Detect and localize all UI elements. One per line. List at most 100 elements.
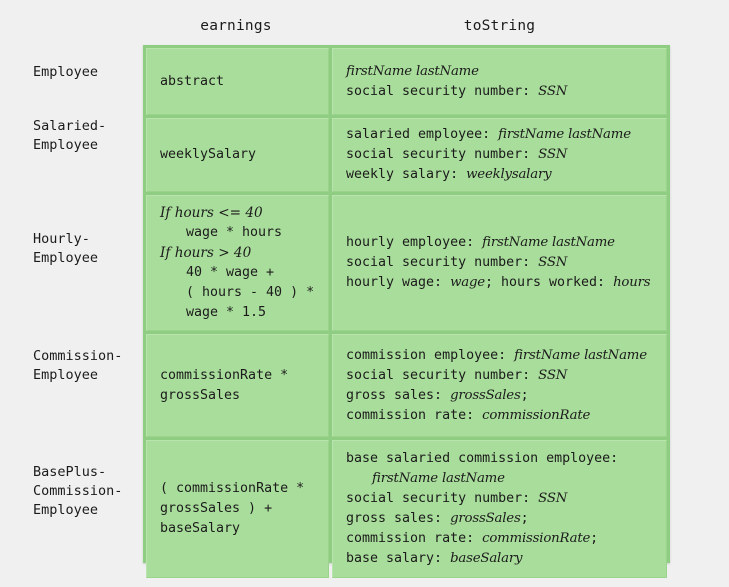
cell-text: weekly salary: [346, 167, 467, 182]
cell-text: baseSalary [160, 521, 241, 536]
row-label: Salaried- Employee [33, 118, 107, 153]
polymorphic-interface-table-figure: earnings toString Employee Salaried- Empl… [0, 0, 729, 587]
cell-line: hourly wage: wage; hours worked: hours [346, 273, 656, 293]
italic-placeholder: SSN [538, 255, 568, 270]
cell-line: 40 * wage + [160, 263, 318, 283]
cell-line: gross sales: grossSales; [346, 509, 656, 529]
cell-line: firstName lastName [346, 469, 656, 489]
table-cell-tostring: salaried employee: firstName lastName soc… [332, 118, 667, 192]
table-row: commissionRate * grossSales commission emp… [146, 334, 667, 437]
cell-text: ; hours worked: [484, 275, 614, 290]
cell-text: base salary: [346, 551, 451, 566]
cell-line: weeklySalary [160, 145, 318, 165]
italic-placeholder: hours [613, 275, 651, 290]
italic-placeholder: firstName lastName [514, 347, 647, 363]
cell-line: grossSales [160, 386, 318, 406]
table-cell-earnings: ( commissionRate * grossSales ) + baseSala… [146, 440, 329, 578]
cell-text: abstract [160, 73, 225, 89]
table-row: ( commissionRate * grossSales ) + baseSala… [146, 440, 667, 578]
cell-line: social security number: SSN [346, 82, 656, 102]
row-label: BasePlus- Commission- Employee [33, 464, 123, 518]
cell-text: ( commissionRate * [160, 481, 305, 496]
cell-text: base salaried commission employee: [346, 451, 619, 466]
cell-line: ( commissionRate * [160, 479, 318, 499]
cell-text: ; [590, 531, 599, 546]
table-cell-earnings: weeklySalary [146, 118, 329, 192]
cell-line: wage * hours [160, 223, 318, 243]
cell-text: gross sales: [346, 387, 451, 403]
cell-line: social security number: SSN [346, 489, 656, 509]
cell-text: hourly employee: [346, 235, 483, 250]
column-header-earnings: earnings [200, 18, 272, 34]
cell-text: grossSales ) + [160, 501, 273, 516]
cell-text: ( hours - 40 ) * [186, 285, 315, 300]
italic-placeholder: SSN [538, 83, 568, 99]
cell-text: commissionRate * [160, 367, 289, 383]
cell-line: social security number: SSN [346, 253, 656, 273]
cell-line: commissionRate * [160, 366, 318, 386]
cell-line: firstName lastName [346, 62, 656, 82]
table-cell-tostring: commission employee: firstName lastName s… [332, 334, 667, 437]
cell-text: hourly wage: [346, 275, 451, 290]
cell-line: If hours <= 40 [160, 203, 318, 223]
italic-placeholder: commissionRate [482, 407, 591, 423]
table-row: abstract firstName lastName social securit… [146, 48, 667, 115]
italic-placeholder: firstName lastName [498, 127, 631, 142]
table-row: If hours <= 40 wage * hours If hours > 40 4… [146, 195, 667, 331]
cell-line: wage * 1.5 [160, 303, 318, 323]
table-row: weeklySalary salaried employee: firstName… [146, 118, 667, 192]
row-label: Hourly- Employee [33, 231, 99, 266]
italic-placeholder: firstName lastName [372, 471, 505, 486]
cell-text: commission employee: [346, 347, 515, 363]
cell-line: salaried employee: firstName lastName [346, 125, 656, 145]
italic-placeholder: SSN [538, 147, 568, 162]
table-cell-earnings: commissionRate * grossSales [146, 334, 329, 437]
italic-placeholder: grossSales [450, 387, 521, 403]
cell-text: wage * 1.5 [186, 305, 267, 320]
cell-line: hourly employee: firstName lastName [346, 233, 656, 253]
row-label: Employee [33, 64, 99, 80]
row-labels: Employee Salaried- Employee Hourly- Employ… [0, 45, 143, 563]
cell-text: ; [520, 387, 529, 403]
cell-text: wage * hours [186, 225, 283, 240]
table-cell-tostring: hourly employee: firstName lastName socia… [332, 195, 667, 331]
cell-line: commission rate: commissionRate; [346, 529, 656, 549]
cell-text: ; [520, 511, 529, 526]
table-cell-earnings: abstract [146, 48, 329, 115]
row-label: Commission- Employee [33, 348, 123, 383]
column-headers: earnings toString [143, 18, 670, 42]
italic-placeholder: SSN [538, 491, 568, 506]
cell-text: social security number: [346, 367, 539, 383]
italic-placeholder: firstName lastName [346, 63, 479, 79]
cell-text: salaried employee: [346, 127, 499, 142]
cell-text: If hours <= 40 [160, 205, 263, 221]
cell-line: social security number: SSN [346, 145, 656, 165]
cell-text: social security number: [346, 491, 539, 506]
table-cell-earnings: If hours <= 40 wage * hours If hours > 40 4… [146, 195, 329, 331]
cell-text: social security number: [346, 83, 539, 99]
column-header-tostring: toString [463, 18, 536, 34]
italic-placeholder: weeklysalary [466, 167, 552, 182]
cell-text: commission rate: [346, 531, 483, 546]
cell-line: weekly salary: weeklysalary [346, 165, 656, 185]
cell-text: 40 * wage + [186, 265, 275, 280]
cell-line: base salary: baseSalary [346, 549, 656, 569]
table-cell-tostring: firstName lastName social security number… [332, 48, 667, 115]
cell-line: ( hours - 40 ) * [160, 283, 318, 303]
cell-line: social security number: SSN [346, 366, 656, 386]
italic-placeholder: wage [450, 275, 485, 290]
cell-text: social security number: [346, 255, 539, 270]
cell-line: abstract [160, 72, 318, 92]
cell-line: gross sales: grossSales; [346, 386, 656, 406]
cell-text: social security number: [346, 147, 539, 162]
cell-text: commission rate: [346, 407, 483, 423]
italic-placeholder: grossSales [450, 511, 521, 526]
cell-line: base salaried commission employee: [346, 449, 656, 469]
italic-placeholder: SSN [538, 367, 568, 383]
italic-placeholder: commissionRate [482, 531, 591, 546]
cell-line: grossSales ) + [160, 499, 318, 519]
italic-placeholder: baseSalary [450, 551, 523, 566]
table-cell-tostring: base salaried commission employee: firstN… [332, 440, 667, 578]
italic-placeholder: firstName lastName [482, 235, 615, 250]
cell-text: weeklySalary [160, 147, 257, 162]
